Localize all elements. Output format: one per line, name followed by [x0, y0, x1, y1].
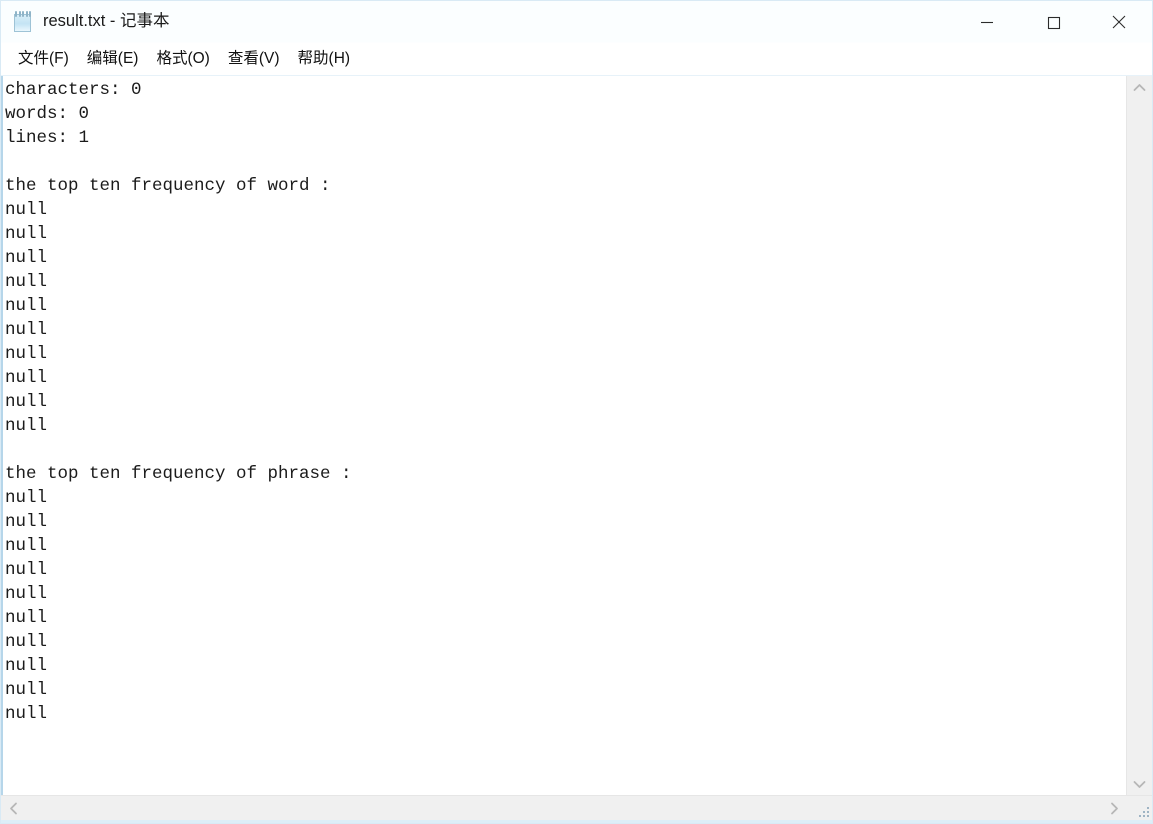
- chevron-left-icon: [9, 802, 17, 814]
- window-controls: [954, 1, 1152, 42]
- vertical-scrollbar[interactable]: [1126, 76, 1152, 795]
- close-icon: [1112, 15, 1126, 28]
- menu-bar: 文件(F) 编辑(E) 格式(O) 查看(V) 帮助(H): [1, 43, 1152, 75]
- menu-view[interactable]: 查看(V): [219, 48, 289, 71]
- scroll-right-button[interactable]: [1102, 796, 1126, 820]
- maximize-button[interactable]: [1020, 1, 1086, 42]
- window-title: result.txt - 记事本: [43, 12, 170, 31]
- menu-file[interactable]: 文件(F): [9, 48, 78, 71]
- notepad-icon: [13, 10, 34, 34]
- window-bottom-edge: [1, 820, 1152, 823]
- minimize-icon: [981, 21, 993, 23]
- chevron-up-icon: [1133, 83, 1146, 91]
- chevron-right-icon: [1110, 802, 1118, 814]
- chevron-down-icon: [1133, 780, 1146, 788]
- editor-region: characters: 0 words: 0 lines: 1 the top …: [1, 75, 1152, 795]
- scroll-left-button[interactable]: [1, 796, 25, 820]
- menu-help[interactable]: 帮助(H): [289, 48, 360, 71]
- document-text[interactable]: characters: 0 words: 0 lines: 1 the top …: [3, 78, 1126, 795]
- vertical-scroll-track[interactable]: [1127, 98, 1152, 773]
- horizontal-scrollbar[interactable]: [1, 796, 1126, 820]
- notepad-window: result.txt - 记事本 文件(F) 编辑(E) 格式(O) 查看(V)…: [0, 0, 1153, 824]
- menu-edit[interactable]: 编辑(E): [78, 48, 148, 71]
- horizontal-scrollbar-row: [1, 795, 1152, 820]
- title-bar: result.txt - 记事本: [1, 1, 1152, 43]
- scroll-up-button[interactable]: [1127, 76, 1152, 98]
- scroll-down-button[interactable]: [1127, 773, 1152, 795]
- close-button[interactable]: [1086, 1, 1152, 42]
- horizontal-scroll-track[interactable]: [25, 796, 1102, 820]
- minimize-button[interactable]: [954, 1, 1020, 42]
- title-bar-left: result.txt - 记事本: [1, 10, 170, 34]
- text-editor[interactable]: characters: 0 words: 0 lines: 1 the top …: [1, 76, 1126, 795]
- resize-grip-icon: [1137, 805, 1149, 817]
- resize-grip[interactable]: [1126, 796, 1152, 820]
- maximize-icon: [1047, 16, 1061, 29]
- menu-format[interactable]: 格式(O): [147, 48, 218, 71]
